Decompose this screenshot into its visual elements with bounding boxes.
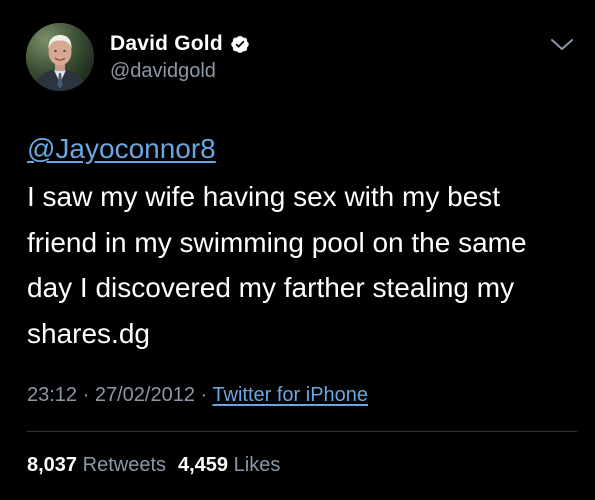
reply-mention-link[interactable]: @Jayoconnor8 [27,133,216,165]
divider [27,431,577,432]
tweet-text: I saw my wife having sex with my best fr… [27,174,572,356]
tweet-date: 27/02/2012 [94,384,195,406]
name-row: David Gold [110,31,250,57]
tweet-text-line: I saw my wife having sex with my best [27,181,501,212]
meta-separator: · [82,384,90,406]
display-name[interactable]: David Gold [110,32,223,56]
tweet-text-line: shares.dg [27,317,150,349]
tweet-metadata: 23:12 · 27/02/2012 · Twitter for iPhone [27,384,368,407]
likes-label: Likes [233,454,281,476]
tweet-time: 23:12 [27,384,78,406]
tweet-card: David Gold @davidgold @Jayoconnor8 I saw… [0,0,595,500]
likes-count: 4,459 [178,454,229,476]
retweets-stat[interactable]: 8,037 Retweets [27,454,166,476]
user-name-block: David Gold @davidgold [110,31,250,83]
user-handle[interactable]: @davidgold [110,60,250,83]
retweets-label: Retweets [82,454,166,476]
tweet-stats: 8,037 Retweets 4,459 Likes [27,454,280,477]
chevron-down-icon[interactable] [549,37,575,53]
verified-badge-icon [230,34,250,54]
meta-separator: · [200,384,208,406]
tweet-text-line: friend in my swimming pool on the same [27,226,527,258]
avatar[interactable] [26,23,94,91]
tweet-source-link[interactable]: Twitter for iPhone [212,384,368,406]
avatar-photo [26,23,94,91]
likes-stat[interactable]: 4,459 Likes [178,454,280,476]
retweets-count: 8,037 [27,454,78,476]
tweet-text-line: day I discovered my farther stealing my [27,272,515,303]
